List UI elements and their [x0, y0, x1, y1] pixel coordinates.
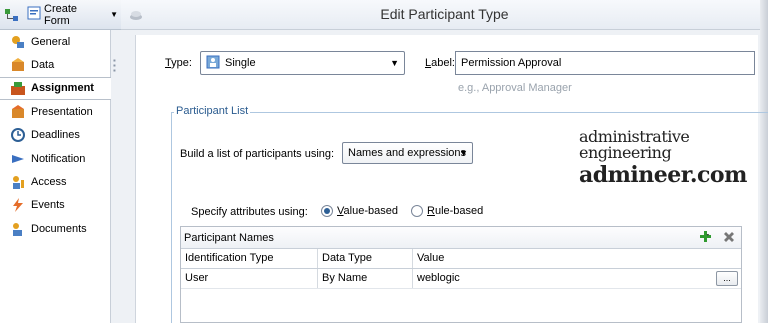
- participant-single-icon: [206, 55, 220, 72]
- nav-item-assignment[interactable]: Assignment: [0, 76, 111, 101]
- nav-item-label: Assignment: [31, 82, 94, 95]
- type-select[interactable]: Single ▼: [200, 51, 405, 75]
- access-icon: [10, 174, 26, 190]
- watermark-line2: admineer.com: [579, 162, 747, 188]
- table-toolbar: Participant Names: [181, 227, 741, 249]
- left-nav: General Data Assignment Presentation Dea…: [0, 30, 111, 323]
- value-based-radio[interactable]: Value-based: [321, 205, 398, 217]
- notification-icon: [10, 151, 26, 167]
- column-header[interactable]: Data Type: [318, 249, 413, 268]
- chevron-down-icon: ▼: [110, 10, 118, 19]
- nav-item-label: Access: [31, 176, 67, 189]
- dialog-header: Edit Participant Type: [121, 0, 768, 30]
- nav-item-label: General: [31, 35, 71, 48]
- general-icon: [10, 34, 26, 50]
- documents-icon: [10, 221, 26, 237]
- nav-item-label: Events: [31, 199, 65, 212]
- nav-item-label: Documents: [31, 222, 87, 235]
- nav-item-documents[interactable]: Documents: [0, 217, 110, 240]
- table-header-row: Identification Type Data Type Value: [181, 249, 741, 269]
- hierarchy-icon[interactable]: [4, 7, 20, 23]
- presentation-icon: [10, 104, 26, 120]
- nav-item-deadlines[interactable]: Deadlines: [0, 124, 110, 147]
- browse-button[interactable]: ...: [716, 271, 738, 286]
- page-title: Edit Participant Type: [380, 6, 509, 22]
- watermark-line1: administrative engineering: [579, 127, 690, 162]
- nav-item-events[interactable]: Events: [0, 194, 110, 217]
- data-icon: [10, 57, 26, 73]
- left-toolbar: Create Form ▼: [0, 0, 121, 30]
- value-cell[interactable]: weblogic ...: [413, 269, 741, 288]
- nav-item-label: Notification: [31, 152, 86, 165]
- pane-splitter[interactable]: ▪ ▪ ▪: [111, 30, 121, 323]
- chevron-down-icon: ▼: [459, 148, 468, 158]
- splitter-grip-icon: ▪ ▪ ▪: [113, 56, 116, 75]
- participant-names-table: Participant Names Identification Type Da…: [180, 226, 742, 323]
- participant-list-legend: Participant List: [174, 105, 251, 117]
- table-row[interactable]: User By Name weblogic ...: [181, 269, 741, 289]
- events-icon: [10, 197, 26, 213]
- rule-based-label: Rule-based: [427, 205, 484, 217]
- column-header[interactable]: Identification Type: [181, 249, 318, 268]
- type-select-value: Single: [225, 57, 256, 69]
- delete-icon[interactable]: [723, 231, 735, 246]
- radio-selected-icon: [321, 205, 333, 217]
- nav-item-label: Presentation: [31, 105, 93, 118]
- type-label: Type:: [165, 57, 192, 69]
- nav-item-label: Data: [31, 59, 55, 72]
- label-input[interactable]: [455, 51, 755, 75]
- radio-unselected-icon: [411, 205, 423, 217]
- label-hint: e.g., Approval Manager: [458, 82, 572, 94]
- add-icon[interactable]: [699, 230, 715, 247]
- form-icon: [27, 6, 41, 23]
- column-header[interactable]: Value: [413, 249, 741, 268]
- nav-item-data[interactable]: Data: [0, 53, 110, 76]
- chevron-down-icon: ▼: [390, 58, 399, 68]
- table-title: Participant Names: [184, 231, 274, 244]
- create-form-label: Create Form: [44, 2, 78, 27]
- nav-item-notification[interactable]: Notification: [0, 147, 110, 170]
- nav-item-access[interactable]: Access: [0, 170, 110, 193]
- nav-item-label: Deadlines: [31, 129, 80, 142]
- label-label: Label:: [425, 57, 455, 69]
- build-list-select[interactable]: Names and expressions ▼: [342, 142, 473, 164]
- nav-item-presentation[interactable]: Presentation: [0, 100, 110, 123]
- specify-label: Specify attributes using:: [191, 206, 308, 218]
- build-label: Build a list of participants using:: [180, 148, 335, 160]
- admineer-watermark: administrative engineering admineer.com: [579, 127, 768, 187]
- build-select-value: Names and expressions: [348, 147, 467, 159]
- identification-type-cell[interactable]: User: [181, 269, 318, 288]
- rule-based-radio[interactable]: Rule-based: [411, 205, 483, 217]
- create-form-button[interactable]: Create Form ▼: [24, 2, 121, 27]
- value-based-label: Value-based: [337, 205, 398, 217]
- assignment-icon: [10, 80, 26, 96]
- nav-item-general[interactable]: General: [0, 30, 110, 53]
- value-cell-text: weblogic: [417, 272, 460, 284]
- data-type-cell[interactable]: By Name: [318, 269, 413, 288]
- deadlines-icon: [10, 127, 26, 143]
